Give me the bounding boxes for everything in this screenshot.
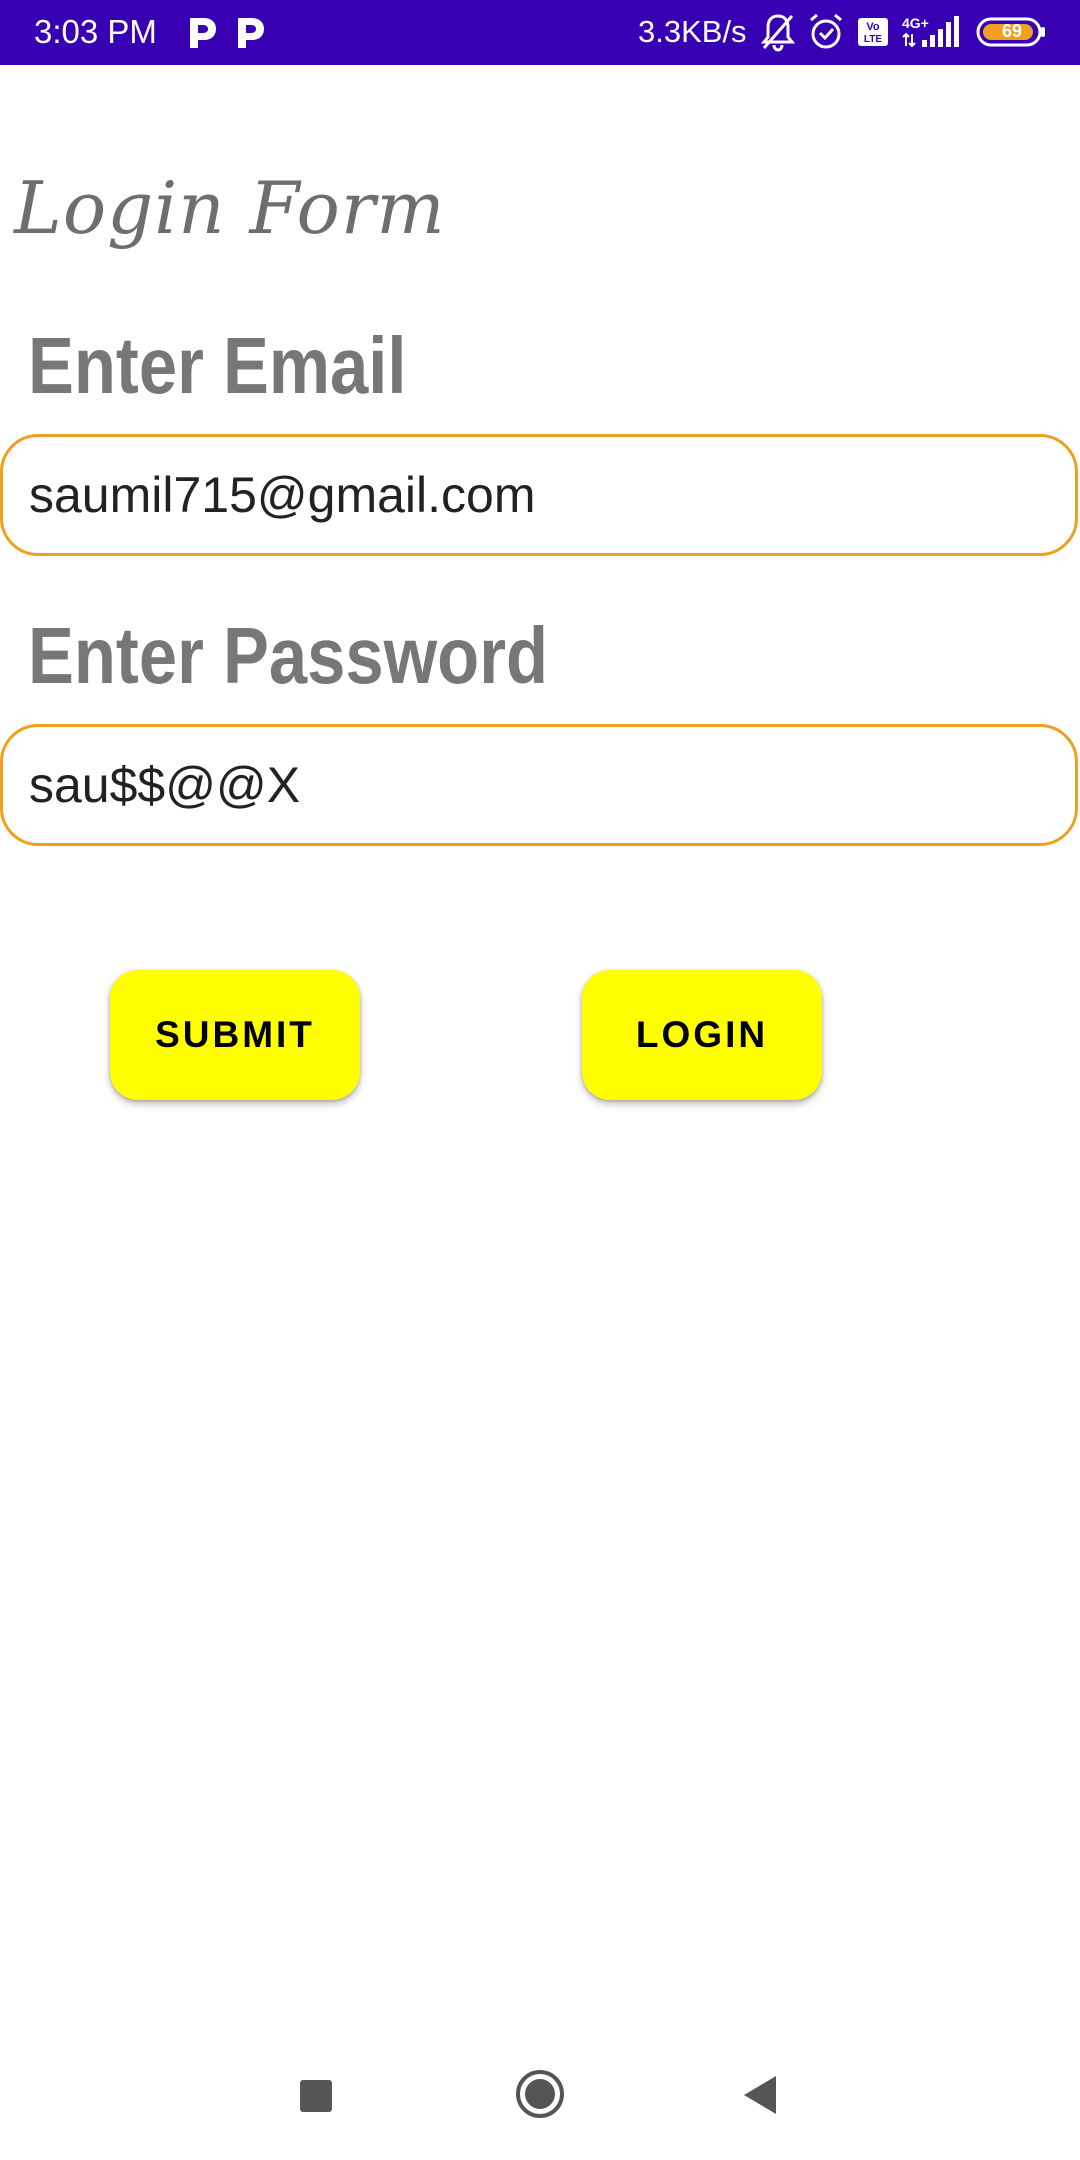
battery-level: 69 [1002, 21, 1023, 41]
submit-button[interactable]: SUBMIT [110, 970, 360, 1100]
password-field-container[interactable] [0, 724, 1078, 846]
parking-notification-icon [238, 18, 264, 48]
network-speed: 3.3KB/s [638, 14, 747, 49]
alarm-icon [810, 13, 842, 49]
form-title: Login Form [14, 166, 446, 250]
signal-4g-icon: 4G+ [902, 15, 959, 48]
email-field-container[interactable] [0, 434, 1078, 556]
back-triangle-icon[interactable] [742, 2074, 778, 2116]
email-label: Enter Email [28, 321, 407, 410]
home-circle-icon[interactable] [514, 2068, 566, 2120]
status-time: 3:03 PM [34, 13, 157, 50]
recents-square-icon[interactable] [298, 2078, 334, 2114]
svg-text:LTE: LTE [864, 34, 882, 45]
status-bar: 3:03 PM 3.3KB/s Vo LTE 4G+ 69 [0, 0, 1080, 65]
parking-notification-icon [190, 18, 216, 48]
email-input[interactable] [29, 437, 1049, 553]
password-input[interactable] [29, 727, 1049, 843]
password-label: Enter Password [28, 611, 549, 700]
bell-muted-icon [760, 14, 796, 52]
login-button[interactable]: LOGIN [582, 970, 822, 1100]
svg-text:Vo: Vo [866, 21, 880, 33]
svg-text:4G+: 4G+ [902, 15, 929, 31]
volte-icon: Vo LTE [858, 18, 888, 46]
login-screen: 3:03 PM 3.3KB/s Vo LTE 4G+ 69 Login Form… [0, 0, 1080, 2160]
